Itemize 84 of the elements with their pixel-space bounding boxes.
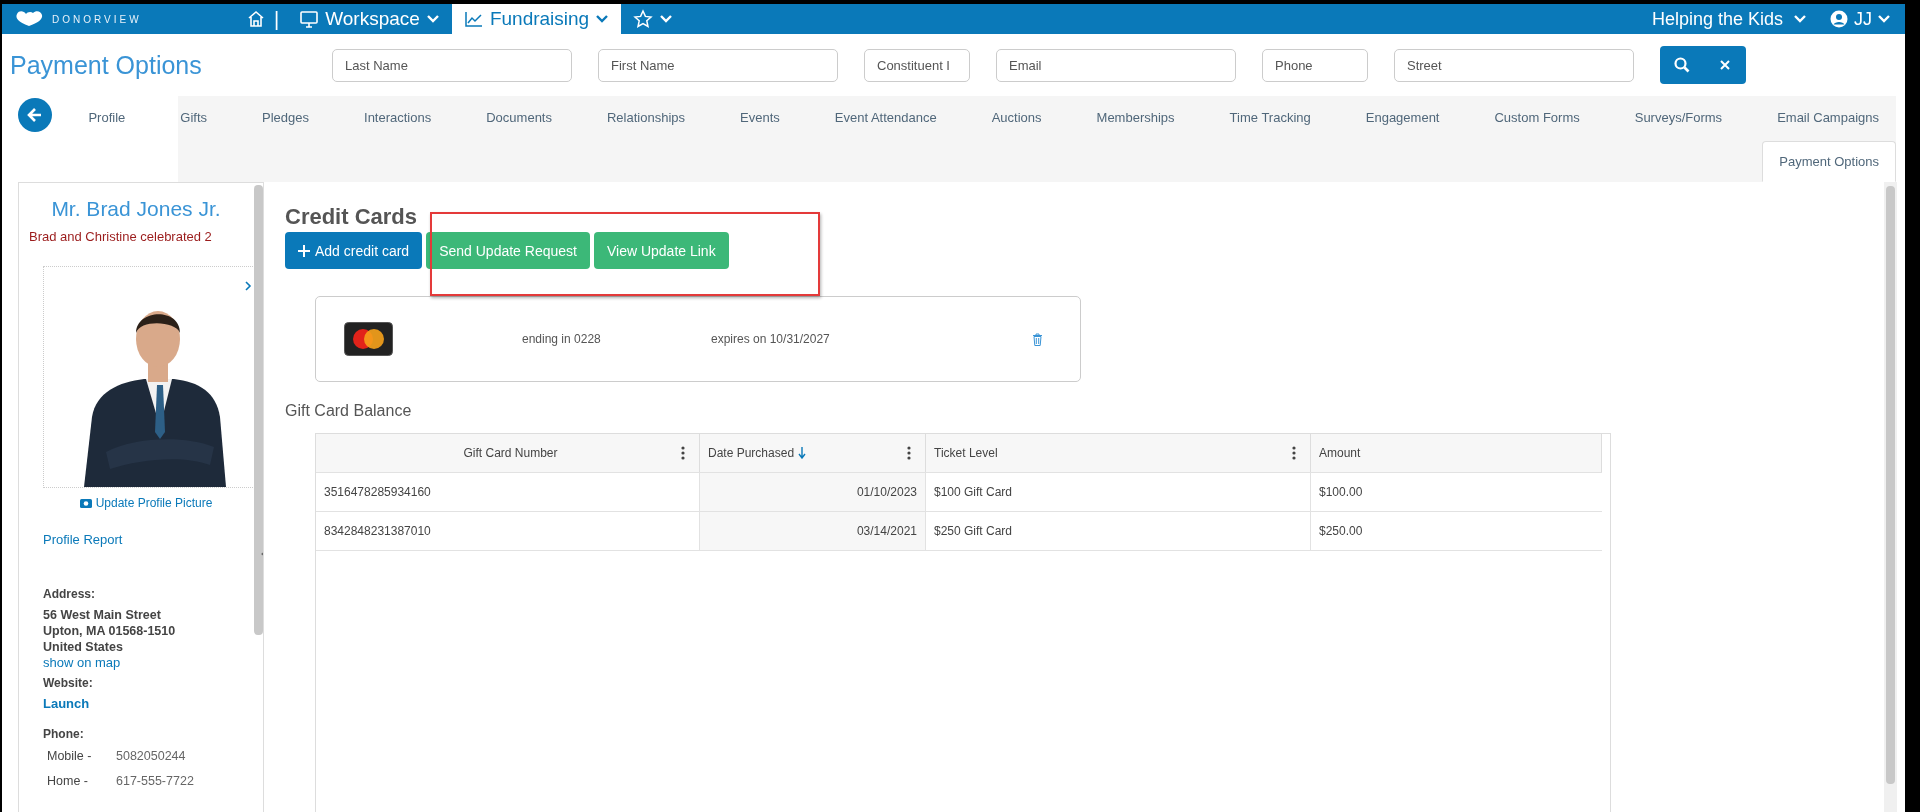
address-line: United States (43, 639, 124, 655)
action-button[interactable]: Add credit card (285, 232, 423, 269)
tab[interactable]: Profile (71, 97, 143, 138)
search-field[interactable]: First Name (598, 48, 838, 82)
organization-menu[interactable]: Helping the Kids (1651, 8, 1807, 30)
chevron-right-icon[interactable] (244, 281, 252, 291)
chevron-down-icon (1793, 14, 1807, 24)
tab[interactable]: Relationships (589, 97, 702, 138)
profile-note: Brad and Christine celebrated 2 (29, 229, 213, 244)
camera-icon (79, 498, 92, 508)
phone-number: 617-555-7722 (116, 773, 194, 790)
chevron-down-icon (1877, 14, 1891, 24)
address-line: 56 West Main Street (43, 607, 162, 623)
search-field[interactable]: Street (1394, 48, 1634, 82)
tab[interactable]: Events (723, 97, 797, 138)
card-logo-icon (344, 322, 393, 356)
table-cell: $250 Gift Card (926, 512, 1311, 550)
card-ending: ending in 0228 (522, 332, 602, 346)
tab[interactable]: Gifts (163, 97, 225, 138)
tab[interactable]: Documents (469, 97, 569, 138)
column-header[interactable]: Date Purchased (700, 434, 926, 472)
profile-name: Mr. Brad Jones Jr. (50, 197, 222, 221)
kebab-menu-icon[interactable] (1292, 446, 1296, 460)
tab[interactable]: Time Tracking (1212, 97, 1328, 138)
nav-menu[interactable]: Workspace (287, 4, 452, 34)
chevron-down-icon (425, 14, 440, 24)
brand-name: DONORVIEW (52, 13, 142, 25)
tab[interactable]: Memberships (1079, 97, 1192, 138)
column-header[interactable]: Gift Card Number (316, 434, 700, 472)
hearts-logo-icon (14, 10, 44, 28)
nav-menu[interactable]: Fundraising (451, 4, 622, 34)
phone-type: Mobile - (47, 748, 93, 765)
search-field[interactable]: Last Name (332, 48, 572, 82)
phone-type: Home - (47, 773, 89, 790)
column-header[interactable]: Ticket Level (926, 434, 1311, 472)
show-on-map-link[interactable]: show on map (43, 655, 121, 670)
website-label: Website: (43, 676, 94, 690)
section-title: Credit Cards (285, 204, 419, 230)
phone-number: 5082050244 (116, 748, 186, 765)
table-cell-text: $100.00 (1318, 484, 1364, 501)
address-line: Upton, MA 01568-1510 (43, 623, 177, 639)
chevron-down-icon (595, 14, 610, 24)
tab[interactable]: Pledges (245, 97, 326, 138)
nav-separator: | (274, 7, 280, 31)
star-icon (633, 9, 654, 29)
address-label: Address: (43, 587, 96, 601)
search-field[interactable]: Constituent I (864, 48, 970, 82)
chevron-down-icon (659, 14, 674, 24)
search-field[interactable]: Phone (1262, 48, 1368, 82)
home-icon[interactable] (246, 9, 266, 29)
line-chart-icon (463, 9, 484, 29)
close-icon (1717, 60, 1732, 70)
tab[interactable]: Email Campaigns (1760, 97, 1896, 138)
user-menu[interactable]: JJ (1829, 8, 1891, 30)
launch-link[interactable]: Launch (43, 696, 253, 711)
update-profile-picture-link[interactable]: Update Profile Picture (19, 496, 253, 510)
scrollbar[interactable] (254, 185, 263, 635)
section-title: Gift Card Balance (285, 402, 413, 420)
phone-label: Phone: (43, 727, 85, 741)
search-icon (1671, 55, 1692, 75)
tab[interactable]: Engagement (1348, 97, 1457, 138)
table-cell: 03/14/2021 (700, 512, 926, 550)
kebab-menu-icon[interactable] (907, 446, 911, 460)
tab[interactable]: Payment Options (1762, 141, 1896, 182)
search-field[interactable]: Email (996, 48, 1236, 82)
column-header[interactable]: Amount (1311, 434, 1602, 472)
tab[interactable]: Custom Forms (1477, 97, 1597, 138)
monitor-icon (299, 9, 320, 29)
table-cell-text: $250.00 (1318, 523, 1364, 540)
tab[interactable]: Surveys/Forms (1617, 97, 1740, 138)
scrollbar[interactable] (1886, 186, 1895, 784)
kebab-menu-icon[interactable] (681, 446, 685, 460)
tab[interactable]: Auctions (974, 97, 1059, 138)
table-cell: 01/10/2023 (700, 473, 926, 511)
plus-icon (298, 244, 310, 257)
card-expiry: expires on 10/31/2027 (711, 332, 831, 346)
user-avatar-icon (1829, 9, 1849, 29)
trash-icon[interactable] (1032, 332, 1043, 346)
profile-report-link[interactable]: Profile Report (43, 532, 253, 547)
back-button[interactable] (18, 98, 52, 132)
tab[interactable]: Event Attendance (817, 97, 954, 138)
table-cell: $100 Gift Card (926, 473, 1311, 511)
page-title: Payment Options (9, 50, 203, 80)
tab[interactable]: Interactions (347, 97, 449, 138)
